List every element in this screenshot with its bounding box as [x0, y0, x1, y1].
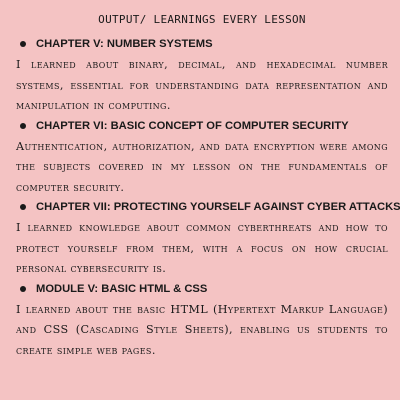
- section-heading-text: CHAPTER VII: PROTECTING YOURSELF AGAINST…: [36, 201, 400, 213]
- section-cyber-attacks: CHAPTER VII: PROTECTING YOURSELF AGAINST…: [16, 200, 400, 280]
- section-heading: CHAPTER VI: BASIC CONCEPT OF COMPUTER SE…: [16, 119, 388, 133]
- section-body: I learned knowledge about common cyberth…: [16, 221, 388, 275]
- page-title: OUTPUT/ LEARNINGS EVERY LESSON: [98, 13, 306, 26]
- section-number-systems: CHAPTER V: NUMBER SYSTEMS I learned abou…: [16, 37, 388, 117]
- document-page: OUTPUT/ LEARNINGS EVERY LESSON CHAPTER V…: [0, 0, 400, 400]
- section-body: Authentication, authorization, and data …: [16, 139, 388, 194]
- section-body: I learned about the basic HTML (Hypertex…: [16, 302, 388, 357]
- bullet-icon: [20, 204, 26, 210]
- bullet-icon: [20, 122, 26, 129]
- section-heading-text: CHAPTER VI: BASIC CONCEPT OF COMPUTER SE…: [36, 119, 349, 132]
- section-heading: CHAPTER V: NUMBER SYSTEMS: [16, 37, 388, 51]
- section-heading-text: CHAPTER V: NUMBER SYSTEMS: [36, 38, 213, 50]
- section-heading-text: MODULE V: BASIC HTML & CSS: [36, 282, 208, 295]
- bullet-icon: [20, 285, 26, 292]
- section-body: I learned about binary, decimal, and hex…: [16, 58, 388, 112]
- section-heading: MODULE V: BASIC HTML & CSS: [16, 282, 388, 296]
- bullet-icon: [20, 41, 26, 47]
- section-computer-security: CHAPTER VI: BASIC CONCEPT OF COMPUTER SE…: [16, 119, 388, 199]
- section-html-css: MODULE V: BASIC HTML & CSS I learned abo…: [16, 282, 388, 362]
- section-heading: CHAPTER VII: PROTECTING YOURSELF AGAINST…: [16, 200, 400, 214]
